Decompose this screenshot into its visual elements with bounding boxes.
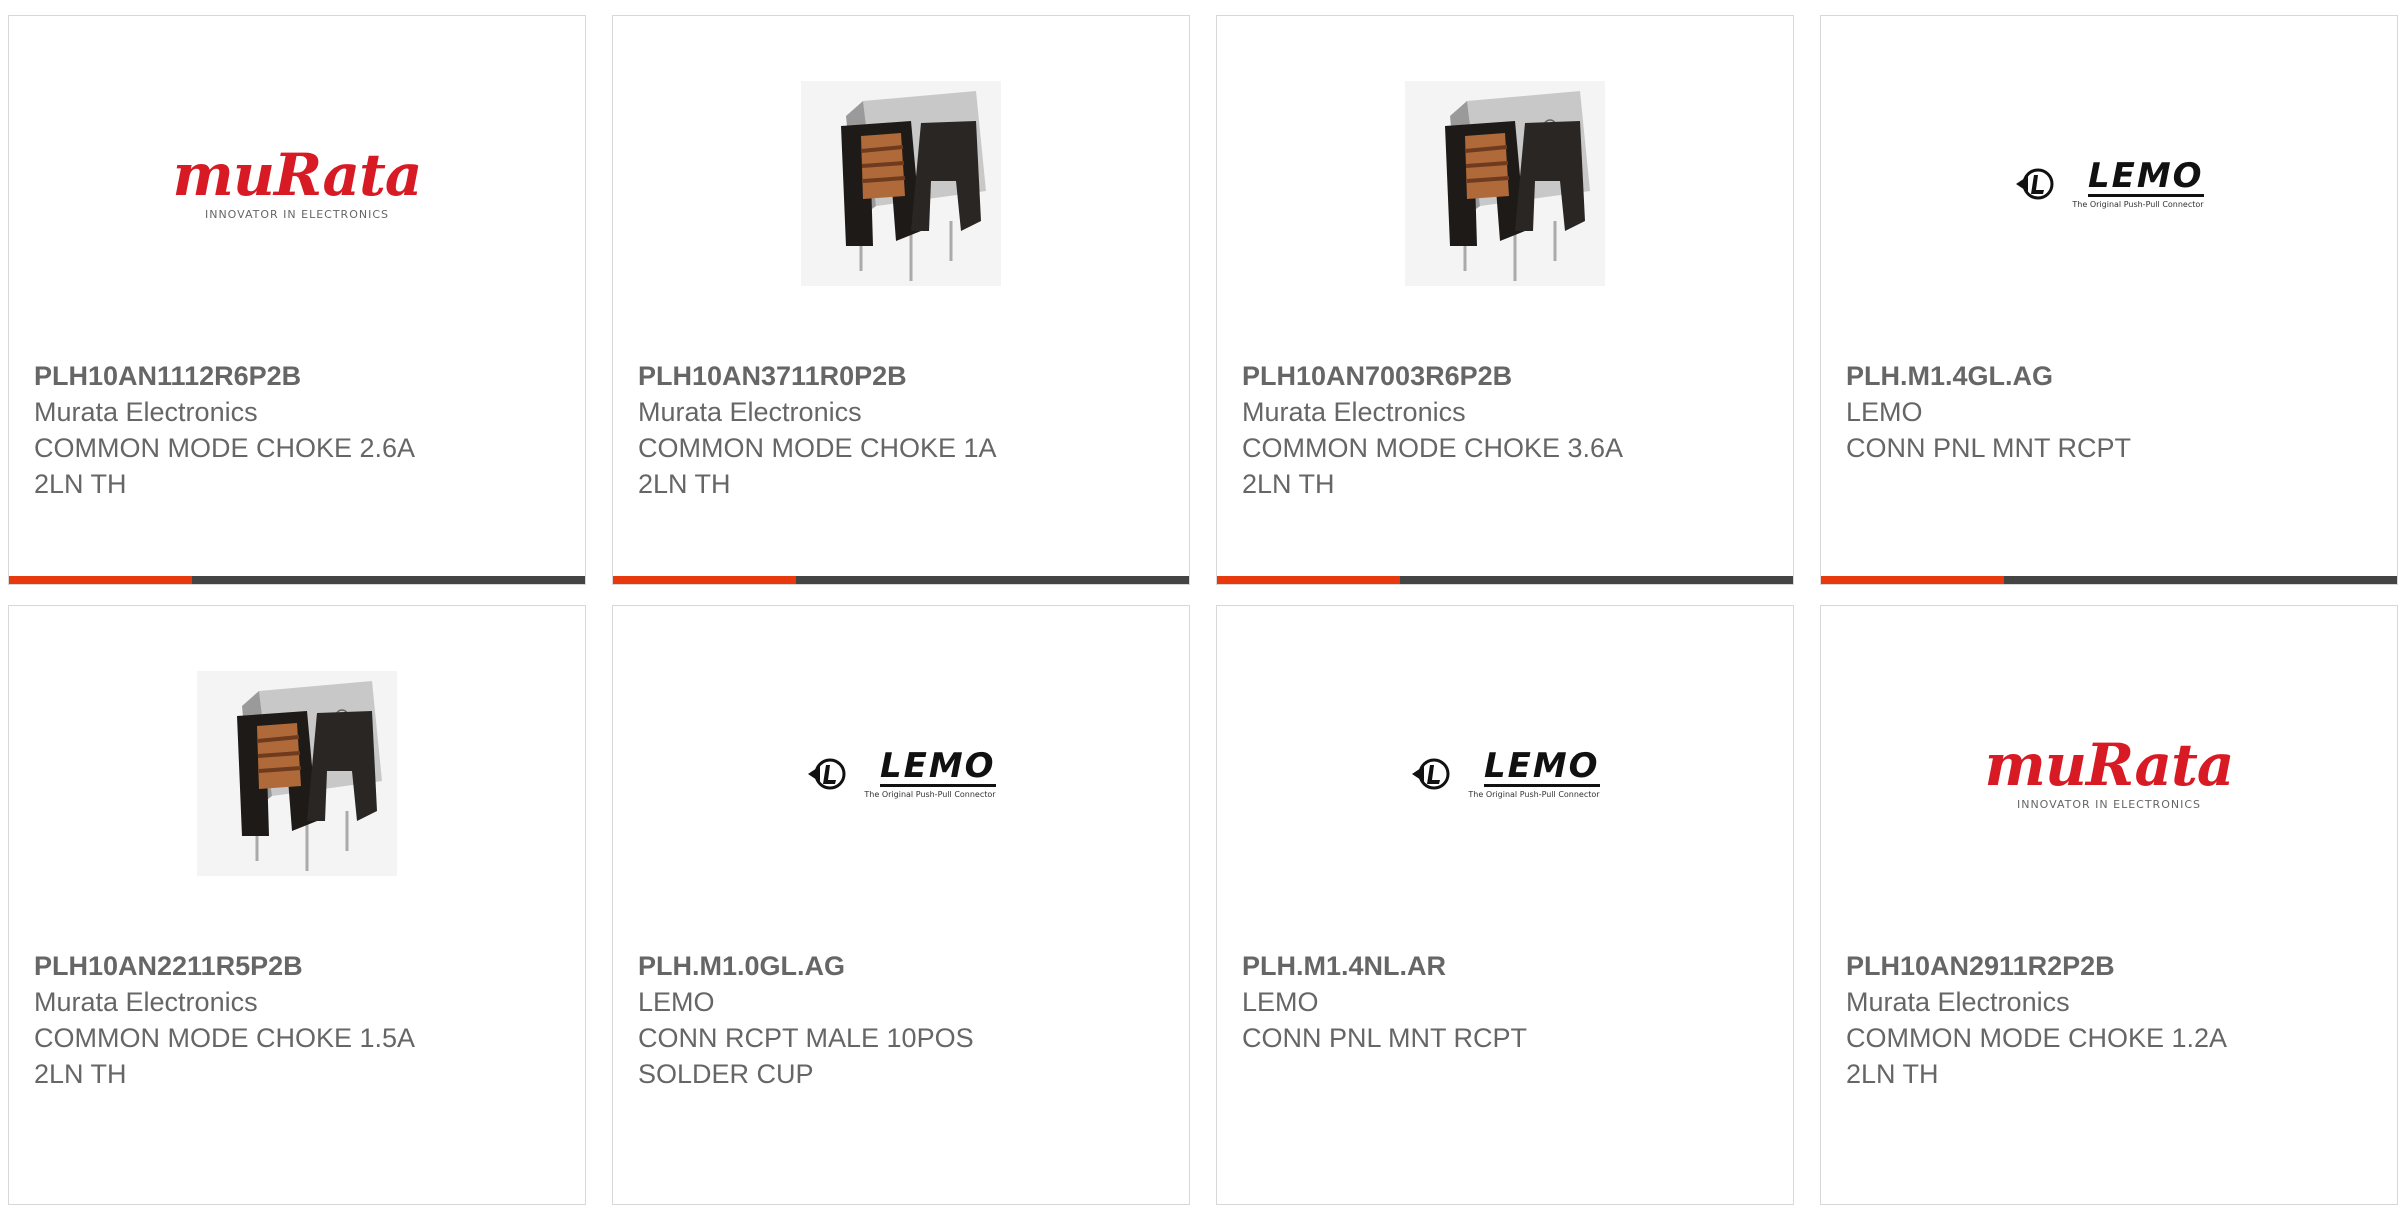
manufacturer: Murata Electronics <box>34 987 258 1017</box>
product-card[interactable]: PLH10AN3711R0P2B Murata Electronics COMM… <box>612 15 1190 585</box>
description-line: COMMON MODE CHOKE 3.6A <box>1242 433 1624 463</box>
product-info: PLH10AN3711R0P2B Murata Electronics COMM… <box>638 358 1068 502</box>
murata-logo-tagline: INNOVATOR IN ELECTRONICS <box>204 208 389 221</box>
product-image[interactable]: LEMO The Original Push-Pull Connector <box>1821 76 2397 291</box>
lemo-logo: LEMO The Original Push-Pull Connector <box>2014 155 2204 209</box>
product-info: PLH10AN7003R6P2B Murata Electronics COMM… <box>1242 358 1672 502</box>
part-number[interactable]: PLH10AN3711R0P2B <box>638 358 1068 394</box>
product-card[interactable]: muRata INNOVATOR IN ELECTRONICS PLH10AN2… <box>1820 605 2398 1205</box>
murata-logo-wordmark: muRata <box>172 141 422 209</box>
description-line: COMMON MODE CHOKE 2.6A <box>34 433 416 463</box>
lemo-emblem-icon <box>808 758 846 789</box>
card-accent-bar <box>9 576 585 584</box>
description-line: 2LN TH <box>34 469 127 499</box>
card-accent-highlight <box>1821 576 2004 584</box>
description-line: COMMON MODE CHOKE 1.2A <box>1846 1023 2228 1053</box>
part-number[interactable]: PLH10AN1112R6P2B <box>34 358 464 394</box>
description-line: CONN RCPT MALE 10POS <box>638 1023 974 1053</box>
manufacturer: Murata Electronics <box>638 397 862 427</box>
description-line: 2LN TH <box>1846 1059 1939 1089</box>
product-card[interactable]: muRata INNOVATOR IN ELECTRONICS PLH10AN1… <box>8 15 586 585</box>
description-line: 2LN TH <box>1242 469 1335 499</box>
description-line: COMMON MODE CHOKE 1A <box>638 433 997 463</box>
product-image[interactable]: muRata INNOVATOR IN ELECTRONICS <box>9 76 585 291</box>
manufacturer: Murata Electronics <box>1242 397 1466 427</box>
product-image[interactable] <box>9 666 585 881</box>
product-info: PLH.M1.4NL.AR LEMO CONN PNL MNT RCPT <box>1242 948 1672 1056</box>
lemo-logo-wordmark: LEMO <box>879 745 996 787</box>
manufacturer: Murata Electronics <box>1846 987 2070 1017</box>
part-number[interactable]: PLH.M1.0GL.AG <box>638 948 1068 984</box>
lemo-logo: LEMO The Original Push-Pull Connector <box>1410 745 1600 799</box>
card-accent-highlight <box>9 576 192 584</box>
part-number[interactable]: PLH10AN2211R5P2B <box>34 948 464 984</box>
murata-logo-wordmark: muRata <box>1984 731 2234 799</box>
murata-logo-tagline: INNOVATOR IN ELECTRONICS <box>2016 798 2201 811</box>
part-number[interactable]: PLH10AN2911R2P2B <box>1846 948 2276 984</box>
description-line: COMMON MODE CHOKE 1.5A <box>34 1023 416 1053</box>
murata-logo: muRata INNOVATOR IN ELECTRONICS <box>1984 731 2234 811</box>
product-info: PLH.M1.0GL.AG LEMO CONN RCPT MALE 10POS … <box>638 948 1068 1092</box>
description-line: CONN PNL MNT RCPT <box>1242 1023 1528 1053</box>
lemo-logo-wordmark: LEMO <box>2087 155 2204 197</box>
description-line: 2LN TH <box>638 469 731 499</box>
common-mode-choke-image <box>1405 81 1605 286</box>
card-accent-bar <box>613 576 1189 584</box>
lemo-logo-tagline: The Original Push-Pull Connector <box>2072 199 2204 209</box>
common-mode-choke-image <box>801 81 1001 286</box>
lemo-logo: LEMO The Original Push-Pull Connector <box>806 745 996 799</box>
lemo-logo-wordmark: LEMO <box>1483 745 1600 787</box>
product-grid: muRata INNOVATOR IN ELECTRONICS PLH10AN1… <box>8 15 2398 1205</box>
product-card[interactable]: PLH10AN7003R6P2B Murata Electronics COMM… <box>1216 15 1794 585</box>
product-info: PLH.M1.4GL.AG LEMO CONN PNL MNT RCPT <box>1846 358 2276 466</box>
common-mode-choke-image <box>197 671 397 876</box>
product-info: PLH10AN2911R2P2B Murata Electronics COMM… <box>1846 948 2276 1092</box>
product-image[interactable]: muRata INNOVATOR IN ELECTRONICS <box>1821 666 2397 881</box>
part-number[interactable]: PLH.M1.4NL.AR <box>1242 948 1672 984</box>
manufacturer: LEMO <box>1242 987 1319 1017</box>
lemo-emblem-icon <box>1412 758 1450 789</box>
description-line: SOLDER CUP <box>638 1059 814 1089</box>
card-accent-bar <box>1821 576 2397 584</box>
product-card[interactable]: LEMO The Original Push-Pull Connector PL… <box>1820 15 2398 585</box>
card-accent-highlight <box>613 576 796 584</box>
card-accent-highlight <box>1217 576 1400 584</box>
part-number[interactable]: PLH.M1.4GL.AG <box>1846 358 2276 394</box>
description-line: CONN PNL MNT RCPT <box>1846 433 2132 463</box>
product-image[interactable] <box>1217 76 1793 291</box>
lemo-logo-tagline: The Original Push-Pull Connector <box>864 789 996 799</box>
lemo-emblem-icon <box>2016 168 2054 199</box>
card-accent-bar <box>1217 576 1793 584</box>
part-number[interactable]: PLH10AN7003R6P2B <box>1242 358 1672 394</box>
product-image[interactable]: LEMO The Original Push-Pull Connector <box>613 666 1189 881</box>
product-card[interactable]: LEMO The Original Push-Pull Connector PL… <box>612 605 1190 1205</box>
manufacturer: LEMO <box>638 987 715 1017</box>
lemo-logo-tagline: The Original Push-Pull Connector <box>1468 789 1600 799</box>
product-image[interactable]: LEMO The Original Push-Pull Connector <box>1217 666 1793 881</box>
murata-logo: muRata INNOVATOR IN ELECTRONICS <box>172 141 422 221</box>
manufacturer: LEMO <box>1846 397 1923 427</box>
manufacturer: Murata Electronics <box>34 397 258 427</box>
product-image[interactable] <box>613 76 1189 291</box>
description-line: 2LN TH <box>34 1059 127 1089</box>
product-info: PLH10AN2211R5P2B Murata Electronics COMM… <box>34 948 464 1092</box>
product-card[interactable]: LEMO The Original Push-Pull Connector PL… <box>1216 605 1794 1205</box>
product-card[interactable]: PLH10AN2211R5P2B Murata Electronics COMM… <box>8 605 586 1205</box>
product-info: PLH10AN1112R6P2B Murata Electronics COMM… <box>34 358 464 502</box>
